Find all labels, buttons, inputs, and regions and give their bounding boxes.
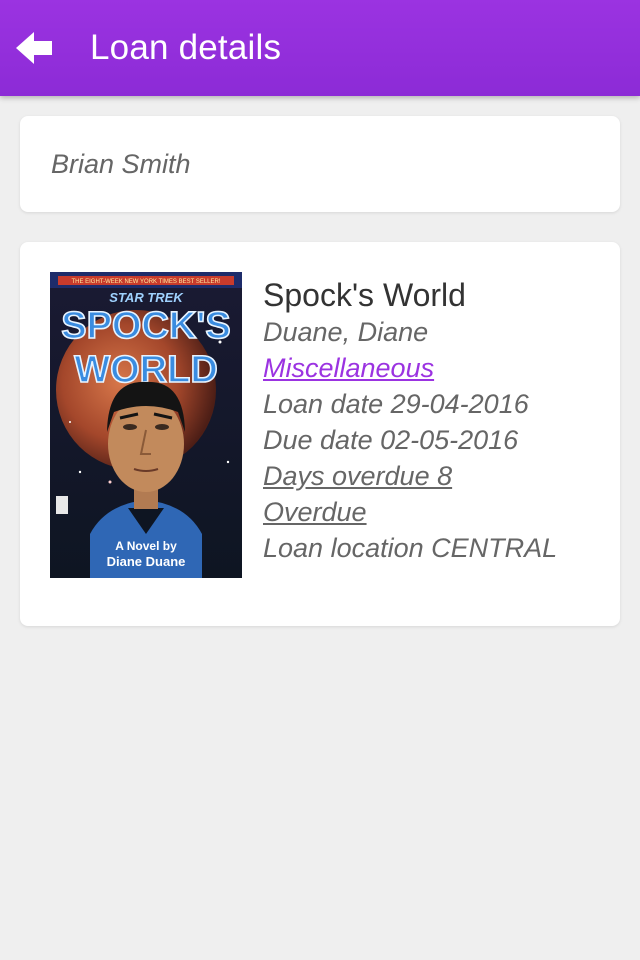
due-date: Due date 02-05-2016 — [263, 425, 519, 455]
loan-date: Loan date 29-04-2016 — [263, 389, 529, 419]
page-title: Loan details — [90, 28, 282, 67]
patron-card: Brian Smith — [20, 116, 620, 212]
book-title: Spock's World — [263, 277, 466, 313]
loan-details: Spock's World Duane, Diane Miscellaneous… — [263, 276, 613, 566]
loan-status: Overdue — [263, 497, 367, 527]
book-author: Duane, Diane — [263, 317, 429, 347]
back-arrow-icon — [14, 30, 54, 66]
cover-byline2: Diane Duane — [107, 554, 186, 569]
cover-byline1: A Novel by — [115, 539, 177, 553]
patron-name: Brian Smith — [51, 149, 191, 179]
book-category-link[interactable]: Miscellaneous — [263, 350, 613, 386]
cover-series: STAR TREK — [109, 290, 184, 305]
back-button[interactable] — [14, 0, 84, 96]
app-header: Loan details — [0, 0, 640, 96]
book-cover-image: THE EIGHT-WEEK NEW YORK TIMES BEST SELLE… — [50, 272, 242, 578]
days-overdue: Days overdue 8 — [263, 461, 453, 491]
cover-title-line1: SPOCK'S — [61, 305, 231, 347]
cover-tagline: THE EIGHT-WEEK NEW YORK TIMES BEST SELLE… — [71, 279, 220, 285]
loan-card: THE EIGHT-WEEK NEW YORK TIMES BEST SELLE… — [20, 242, 620, 626]
loan-location: Loan location CENTRAL — [263, 533, 558, 563]
